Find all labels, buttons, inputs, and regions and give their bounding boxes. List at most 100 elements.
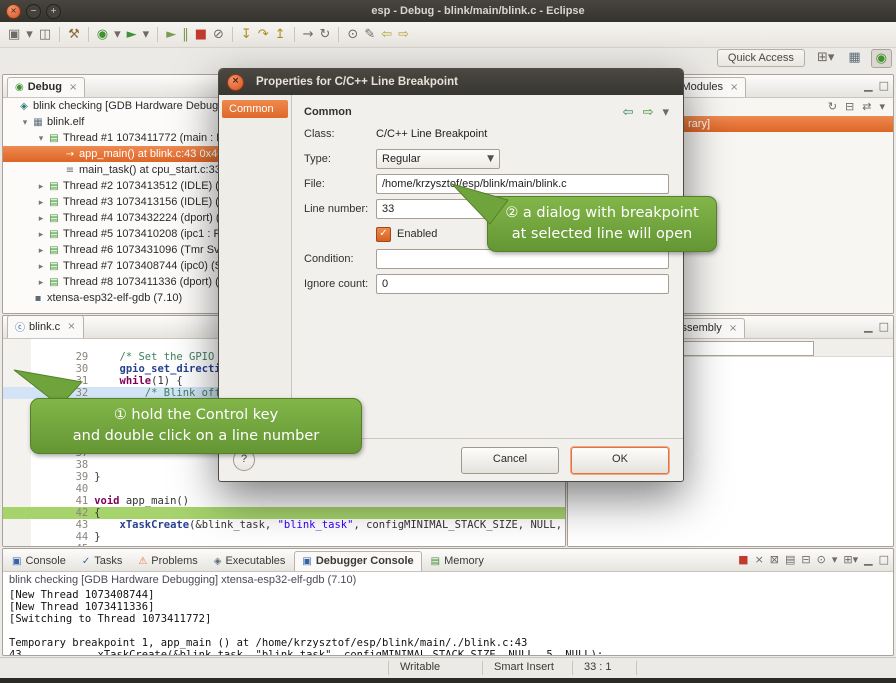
minimize-icon[interactable]: ▁ [864,320,872,333]
line-number[interactable]: 40 [66,483,94,495]
open-perspective-icon[interactable]: ⊞▾ [813,49,838,68]
back-icon[interactable]: ⇦ [381,25,392,45]
console-tab[interactable]: ◈Executables [207,552,293,571]
clear-console-icon[interactable]: ▤ [785,553,795,566]
suspend-icon[interactable]: ‖ [182,25,189,45]
minimize-icon[interactable]: ▁ [864,79,872,92]
open-console-icon[interactable]: ⊞▾ [843,553,858,566]
restart-icon[interactable]: ↻ [320,25,331,45]
build-icon[interactable]: ⚒ [68,25,80,45]
search-icon[interactable]: ⊙ [347,25,358,45]
tab-blink-c[interactable]: ⓒ blink.c × [7,315,84,338]
maximize-icon[interactable]: □ [879,553,889,566]
ok-button[interactable]: OK [571,447,669,474]
close-tab-icon[interactable]: × [69,82,77,93]
maximize-icon[interactable]: □ [879,79,889,92]
code-token: while [120,375,152,387]
debugger-console-output[interactable]: blink checking [GDB Hardware Debugging] … [3,572,893,655]
forward-icon[interactable]: ⇨ [643,105,654,120]
resume-icon[interactable]: ► [166,25,176,45]
minimize-icon[interactable]: ▁ [864,553,872,566]
code-token [94,375,119,387]
line-number[interactable]: 42 [66,507,94,519]
terminate-icon[interactable]: ■ [195,25,207,45]
expander-icon[interactable]: ▸ [35,259,47,274]
new-dropdown-icon[interactable]: ▾ [26,25,33,45]
close-tab-icon[interactable]: × [729,323,737,334]
console-tab[interactable]: ▣Debugger Console [294,551,421,571]
expander-icon[interactable]: ▸ [35,195,47,210]
maximize-icon[interactable]: □ [879,320,889,333]
condition-field[interactable] [376,249,669,269]
scroll-lock-icon[interactable]: ⊟ [801,553,810,566]
forward-icon[interactable]: ⇨ [398,25,409,45]
new-wizard-icon[interactable]: ▣ [8,25,20,45]
toolbar-separator[interactable] [294,27,295,42]
window-minimize-button[interactable]: − [26,4,41,19]
line-number[interactable]: 44 [66,531,94,543]
line-number[interactable]: 38 [66,459,94,471]
remove-all-launches-icon[interactable]: ⊠ [770,553,779,566]
dialog-sidebar-common[interactable]: Common [222,100,288,118]
display-console-icon[interactable]: ▾ [832,553,838,566]
run-icon[interactable]: ► [127,25,137,45]
view-menu-icon[interactable]: ▾ [662,105,669,120]
close-tab-icon[interactable]: × [67,321,75,332]
debug-icon[interactable]: ◉ [97,25,108,45]
pin-console-icon[interactable]: ⊙ [817,553,826,566]
toolbar-separator[interactable] [338,27,339,42]
window-close-button[interactable]: × [6,4,21,19]
save-icon[interactable]: ◫ [39,25,51,45]
instruction-stepping-icon[interactable]: → [303,25,314,45]
debug-perspective-icon[interactable]: ◉ [871,49,892,68]
back-icon[interactable]: ⇦ [623,105,634,120]
window-maximize-button[interactable]: + [46,4,61,19]
cpp-perspective-icon[interactable]: ▦ [844,49,864,68]
line-number[interactable]: 39 [66,471,94,483]
console-tab[interactable]: ▤Memory [424,552,491,571]
console-tab[interactable]: ▣Console [5,552,73,571]
expander-icon[interactable]: ▸ [35,179,47,194]
step-return-icon[interactable]: ↥ [275,25,286,45]
collapse-all-icon[interactable]: ⊟ [845,100,854,113]
toolbar-separator[interactable] [232,27,233,42]
ignore-count-field[interactable]: 0 [376,274,669,294]
step-into-icon[interactable]: ↧ [241,25,252,45]
window-bottom-edge [0,678,896,683]
toolbar-separator[interactable] [157,27,158,42]
toolbar-separator[interactable] [88,27,89,42]
expander-icon[interactable]: ▾ [35,131,47,146]
step-over-icon[interactable]: ↷ [258,25,269,45]
line-number[interactable]: 29 [66,351,94,363]
run-dropdown-icon[interactable]: ▾ [143,25,150,45]
console-tab[interactable]: ✓Tasks [75,552,130,571]
view-menu-icon[interactable]: ▾ [879,100,885,113]
type-dropdown[interactable]: Regular ▼ [376,149,500,169]
debug-dropdown-icon[interactable]: ▾ [114,25,121,45]
file-field[interactable]: /home/krzysztof/esp/blink/main/blink.c [376,174,669,194]
window-titlebar[interactable]: ×−+ esp - Debug - blink/main/blink.c - E… [0,0,896,22]
toolbar-separator[interactable] [59,27,60,42]
expander-icon[interactable]: ▸ [35,227,47,242]
expander-icon[interactable]: ▸ [35,211,47,226]
disconnect-icon[interactable]: ⊘ [213,25,224,45]
line-number[interactable]: 43 [66,519,94,531]
expander-icon[interactable]: ▾ [19,115,31,130]
refresh-icon[interactable]: ↻ [828,100,837,113]
terminate-icon[interactable]: ■ [738,553,748,566]
dialog-close-button[interactable]: × [227,74,244,91]
tab-debug[interactable]: ◉ Debug × [7,77,85,97]
link-with-icon[interactable]: ⇄ [862,100,871,113]
line-number[interactable]: 45 [66,543,94,546]
remove-launch-icon[interactable]: × [755,553,764,566]
quick-access-button[interactable]: Quick Access [717,49,805,67]
expander-icon[interactable]: ▸ [35,243,47,258]
close-tab-icon[interactable]: × [730,82,738,93]
line-number[interactable]: 41 [66,495,94,507]
console-tab[interactable]: ⚠Problems [131,552,204,571]
dialog-titlebar[interactable]: × Properties for C/C++ Line Breakpoint [219,69,683,95]
enabled-checkbox[interactable]: ✓ [376,227,391,242]
expander-icon[interactable]: ▸ [35,275,47,290]
open-element-icon[interactable]: ✎ [364,25,375,45]
cancel-button[interactable]: Cancel [461,447,559,474]
